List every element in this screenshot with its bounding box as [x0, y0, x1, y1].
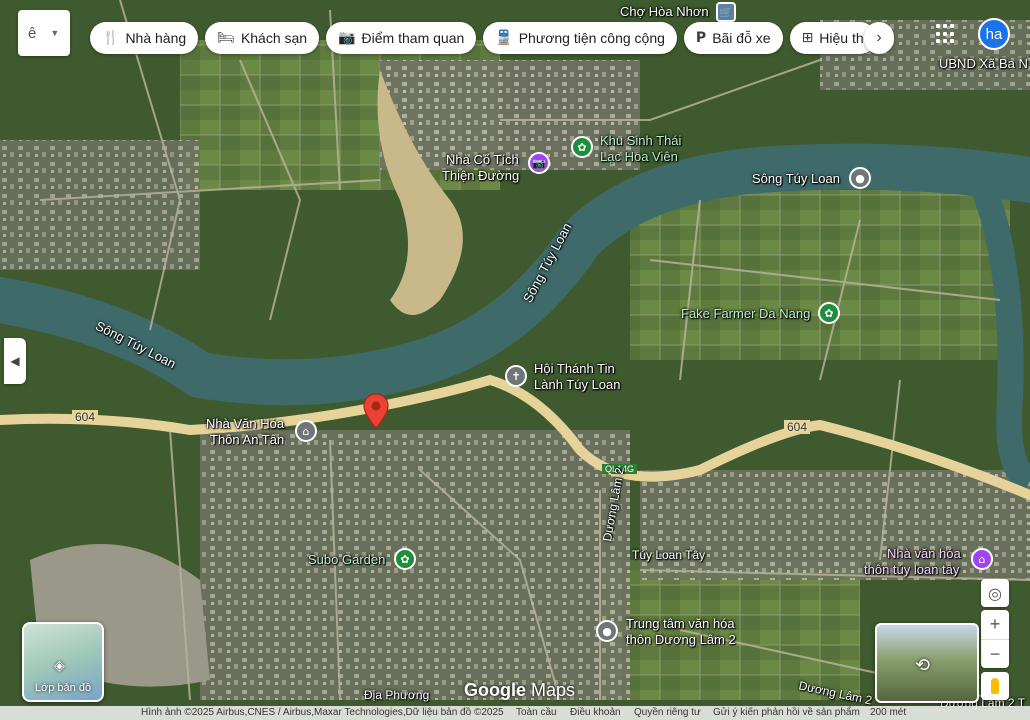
search-value: ê: [28, 24, 37, 42]
chevron-down-icon[interactable]: ▼: [50, 28, 59, 38]
poi-khu-sinh-thai-label-1[interactable]: Khu Sinh Thái: [600, 133, 681, 148]
camera-poi-icon[interactable]: 📷: [528, 152, 550, 174]
parking-icon: P: [695, 30, 707, 46]
shopping-cart-icon[interactable]: 🛒: [716, 2, 736, 22]
restaurant-icon: 🍴: [102, 30, 120, 46]
layers-button[interactable]: ◈ Lớp bản đồ: [22, 622, 104, 702]
poi-nha-van-hoa-tuy-loan-label-2[interactable]: thôn túy loan tây: [864, 562, 959, 577]
chip-label: Điểm tham quan: [361, 30, 465, 46]
transit-icon: 🚆: [495, 30, 513, 46]
account-avatar[interactable]: ha: [978, 18, 1010, 50]
rotate-360-icon: ⟲: [915, 655, 931, 676]
hotel-icon: 🛏: [217, 30, 235, 46]
chip-transit[interactable]: 🚆 Phương tiện công cộng: [483, 22, 677, 54]
poi-khu-sinh-thai-label-2[interactable]: Lạc Hoa Viên: [600, 149, 678, 164]
zoom-out-button[interactable]: −: [981, 640, 1009, 669]
satellite-map[interactable]: 604 604 QL14G Dương Lâm 2 Túy Loan Tây D…: [0, 0, 1030, 720]
zoom-control: + −: [981, 610, 1009, 668]
global-link[interactable]: Toàn cầu: [516, 707, 557, 718]
poi-nha-co-tich-label-1[interactable]: Nhà Cổ Tích: [446, 152, 519, 167]
park-icon[interactable]: ✿: [818, 302, 840, 324]
terms-link[interactable]: Điều khoản: [570, 707, 621, 718]
poi-trung-tam-label-1[interactable]: Trung tâm văn hóa: [626, 616, 735, 631]
scale-label: 200 mét: [870, 707, 907, 718]
google-wordmark: Google: [464, 680, 526, 700]
poi-nha-van-hoa-label-2[interactable]: Thôn An Tân: [210, 432, 284, 447]
chip-label: Khách sạn: [240, 30, 308, 46]
poi-trung-tam-label-2[interactable]: thôn Dương Lâm 2: [626, 632, 736, 647]
maps-wordmark: Maps: [531, 680, 576, 700]
dia-phuong-label: Địa Phương: [364, 688, 430, 702]
poi-song-tuy-loan-label[interactable]: Sông Túy Loan: [752, 171, 840, 186]
tuy-loan-tay-road-label: Túy Loan Tây: [632, 548, 706, 562]
pharmacy-icon: ⊞: [801, 30, 814, 46]
poi-hoi-thanh-label-1[interactable]: Hội Thánh Tin: [534, 361, 615, 376]
camera-icon: 📷: [338, 30, 356, 46]
chip-hotels[interactable]: 🛏 Khách sạn: [205, 22, 320, 54]
road-604-label-east: 604: [784, 420, 811, 434]
chip-restaurants[interactable]: 🍴 Nhà hàng: [90, 22, 199, 54]
category-chips: 🍴 Nhà hàng 🛏 Khách sạn 📷 Điểm tham quan 🚆 Ph…: [90, 22, 876, 54]
chip-label: Nhà hàng: [125, 30, 187, 46]
chip-label: Bãi đỗ xe: [712, 30, 771, 46]
chip-parking[interactable]: P Bãi đỗ xe: [683, 22, 783, 54]
chip-label: Phương tiện công cộng: [518, 30, 665, 46]
poi-fake-farmer-label[interactable]: Fake Farmer Da Nang: [681, 306, 810, 321]
search-input[interactable]: ê ▼: [18, 10, 70, 56]
church-icon[interactable]: ✝: [505, 365, 527, 387]
chip-pharmacy[interactable]: ⊞ Hiệu thu: [789, 22, 876, 54]
location-dot-icon[interactable]: ●: [596, 620, 618, 642]
village-area: [200, 430, 630, 700]
chevron-right-icon[interactable]: ›: [864, 22, 894, 54]
village-area: [0, 140, 200, 270]
selected-location-pin-icon[interactable]: [363, 393, 389, 429]
pegman-icon[interactable]: [981, 672, 1009, 700]
street-view-thumbnail[interactable]: ⟲: [875, 623, 979, 703]
poi-subo-garden-label[interactable]: Subo Garden: [308, 552, 385, 567]
crosshair-icon: ◎: [988, 583, 1002, 603]
feedback-link[interactable]: Gửi ý kiến phản hồi về sản phẩm: [713, 707, 860, 718]
my-location-button[interactable]: ◎: [981, 579, 1009, 607]
park-icon[interactable]: ✿: [571, 136, 593, 158]
location-dot-icon[interactable]: ●: [849, 167, 871, 189]
chevron-left-icon: ◀: [10, 354, 20, 368]
apps-grid-icon[interactable]: [936, 24, 956, 44]
layers-icon: ◈: [54, 658, 65, 674]
layers-label: Lớp bản đồ: [34, 682, 92, 694]
poi-ubnd-label[interactable]: UBND Xã Ba N: [939, 56, 1028, 71]
collapse-panel-button[interactable]: ◀: [4, 338, 26, 384]
imagery-attribution: Hình ảnh ©2025 Airbus,CNES / Airbus,Maxa…: [141, 707, 504, 718]
poi-nha-van-hoa-tuy-loan-label-1[interactable]: Nhà văn hóa: [887, 546, 961, 561]
poi-hoi-thanh-label-2[interactable]: Lành Túy Loan: [534, 377, 621, 392]
building-icon[interactable]: ⌂: [295, 420, 317, 442]
attribution-bar: Hình ảnh ©2025 Airbus,CNES / Airbus,Maxa…: [0, 706, 1030, 720]
poi-nha-co-tich-label-2[interactable]: Thiện Đường: [442, 168, 519, 183]
google-maps-logo: Google Maps: [464, 680, 575, 701]
zoom-in-button[interactable]: +: [981, 610, 1009, 640]
poi-nha-van-hoa-label-1[interactable]: Nhà Văn Hóa: [206, 416, 284, 431]
landmark-icon[interactable]: ⌂: [971, 548, 993, 570]
poi-cho-hoa-nhon-label[interactable]: Chợ Hòa Nhơn: [620, 4, 709, 19]
park-icon[interactable]: ✿: [394, 548, 416, 570]
privacy-link[interactable]: Quyền riêng tư: [634, 707, 701, 718]
rice-fields: [630, 190, 1010, 360]
chip-attractions[interactable]: 📷 Điểm tham quan: [326, 22, 477, 54]
road-604-label-west: 604: [72, 410, 99, 424]
